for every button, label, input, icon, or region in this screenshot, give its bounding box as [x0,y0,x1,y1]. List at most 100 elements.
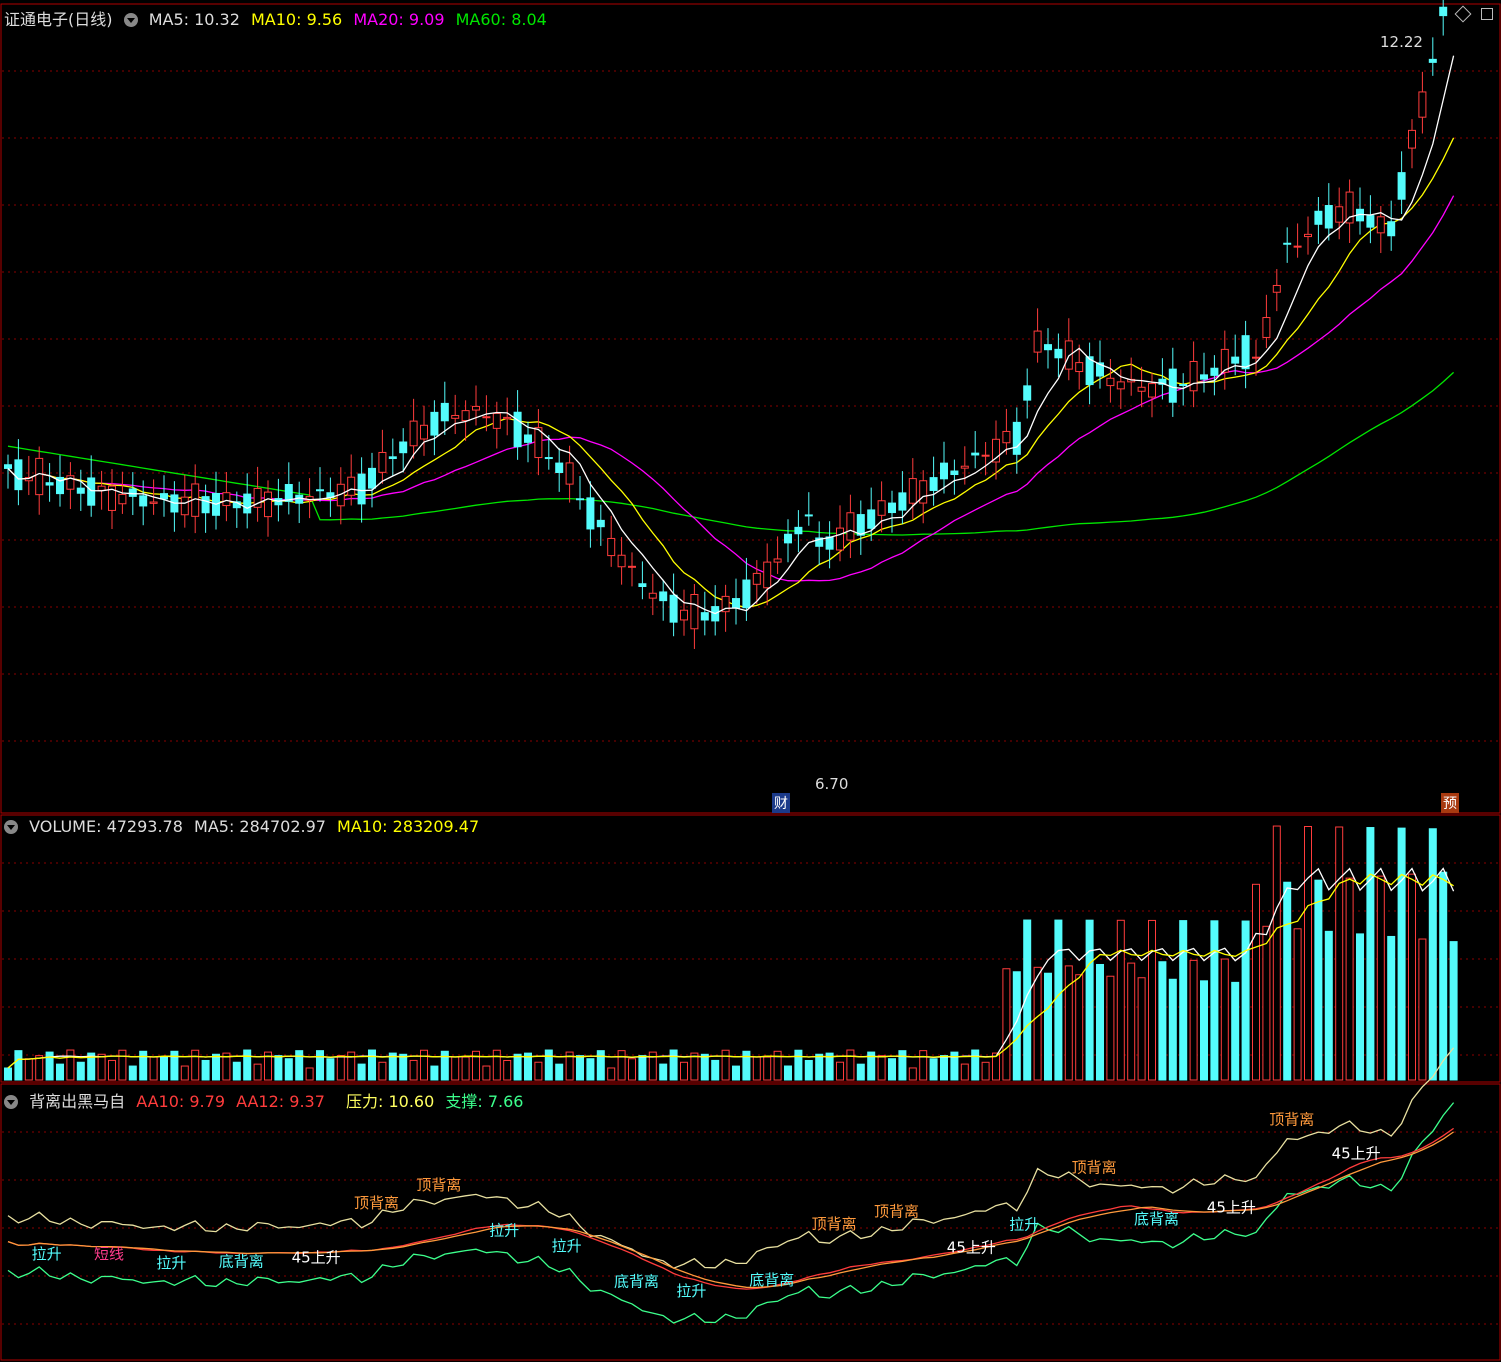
volume-bar [1262,925,1271,1081]
forecast-marker[interactable]: 预 [1441,793,1459,813]
candle-body [368,467,376,489]
candle-body [1231,356,1240,364]
toggle-icon[interactable] [4,820,18,834]
volume-bar [1137,977,1146,1081]
candle-body [1044,344,1052,351]
candle-body [659,591,668,602]
volume-bar [1231,981,1240,1081]
candle-body [430,411,439,436]
volume-bar [576,1055,584,1081]
volume-bar [940,1055,948,1081]
volume-bar [1439,871,1448,1081]
volume-bar [201,1059,210,1081]
volume-legend: VOLUME: 47293.78 MA5: 284702.97 MA10: 28… [4,817,485,837]
chart-grid [0,3,1501,1361]
volume-bar [784,1065,792,1081]
candle-body [1179,384,1188,387]
candle-body [804,514,813,517]
candle-body [981,454,990,457]
ma20-line [7,195,1455,582]
volume-bar [503,1059,512,1081]
volume-bar [1304,826,1312,1081]
volume-bar [170,1050,179,1081]
candle-body [1335,206,1344,223]
volume-bar [1345,877,1354,1081]
volume-bar [1210,920,1219,1081]
volume-bar [544,1049,553,1081]
volume-bar [232,1061,241,1081]
candle-body [763,561,772,589]
stock-chart[interactable]: 12.226.70拉升 短线 拉升 底背离 45上升顶背离顶背离拉升拉升底背离拉升底背离… [0,0,1501,1362]
volume-bar [212,1053,220,1081]
volume-bar [243,1049,252,1081]
square-icon[interactable] [1481,8,1493,20]
legend-volume-ma10: MA10: 283209.47 [337,817,480,836]
volume-bar [66,1049,75,1081]
toggle-icon[interactable] [4,1095,18,1109]
volume-bar [836,1061,844,1081]
volume-bar [1449,941,1458,1081]
candle-body [524,434,532,443]
volume-bar [295,1050,304,1081]
volume-bar [368,1049,376,1081]
candle-body [1293,245,1302,248]
candle-body [1200,374,1208,380]
legend-support: 支撑: 7.66 [445,1092,524,1111]
candle-body [1428,58,1437,63]
candle-body [1054,348,1063,359]
volume-bar [1106,975,1115,1081]
candle-body [877,500,886,516]
ma60-line [7,371,1455,536]
panel-frame [0,3,1501,814]
indicator-label: 底背离 [614,1273,659,1291]
indicator-label: 顶背离 [1269,1110,1314,1128]
candle-body [222,492,231,507]
volume-bar [492,1049,501,1081]
volume-bar [1189,959,1198,1081]
volume-bar [628,1058,636,1081]
volume-bar [1158,961,1167,1081]
earnings-marker[interactable]: 财 [772,793,790,813]
toggle-icon[interactable] [123,13,138,27]
volume-bar [1127,962,1136,1081]
candle-body [160,493,168,500]
volume-bar [856,1063,865,1081]
volume-bar [815,1053,824,1081]
candle-body [794,526,803,535]
ma10-path [7,137,1455,609]
candle-body [128,488,137,497]
volume-bar [1179,920,1188,1081]
indicator-label: 顶背离 [354,1194,399,1212]
candlesticks [4,0,1448,649]
candle-body [243,493,252,514]
candle-body [1345,191,1354,224]
volume-bar [513,1053,522,1081]
legend-ma10: MA10: 9.56 [251,10,343,29]
candle-body [784,533,792,544]
candle-body [960,465,969,469]
volume-bar [180,1065,189,1081]
indicator-label: 拉升 [1009,1216,1039,1234]
ma10-line [7,137,1455,609]
candle-body [680,609,688,621]
candle-body [14,459,23,491]
candle-body [1210,367,1219,376]
volume-bar [1044,972,1052,1081]
volume-bar [160,1056,168,1081]
indicator-label: 拉升 [552,1237,582,1255]
legend-volume-ma5: MA5: 284702.97 [194,817,326,836]
indicator-label: 45上升 [1332,1145,1381,1163]
volume-bar [482,1065,491,1081]
candle-body [919,480,928,504]
volume-bar [804,1059,813,1081]
volume-bar [846,1049,855,1081]
volume-bar [326,1058,335,1081]
candle-body [420,424,428,440]
candle-body [867,509,876,529]
volume-bar [253,1063,262,1081]
volume-bar [908,1067,917,1081]
volume-bar [617,1050,626,1081]
volume-bar [1220,958,1229,1081]
candle-body [482,416,491,419]
indicator-label: 拉升 [32,1245,62,1263]
